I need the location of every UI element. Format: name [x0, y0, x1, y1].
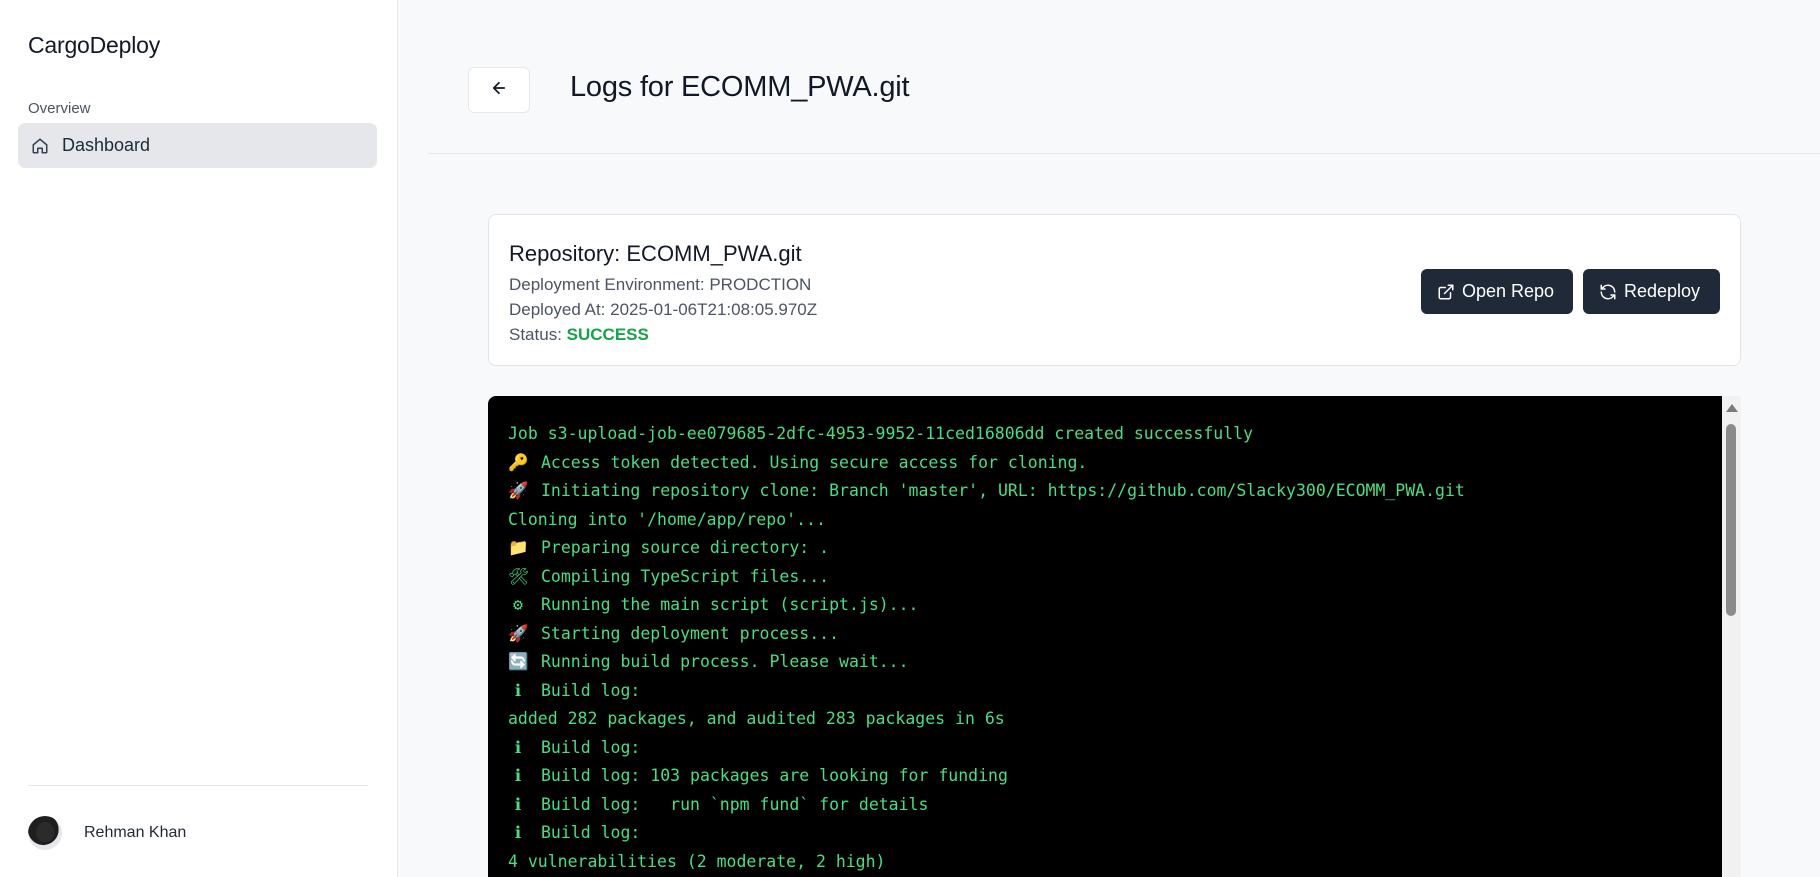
log-line: 🔑 Access token detected. Using secure acc…	[508, 449, 1722, 478]
log-line-icon: ℹ	[514, 794, 522, 814]
user-name: Rehman Khan	[84, 824, 187, 841]
log-line-text: Running the main script (script.js)...	[541, 595, 919, 614]
scroll-thumb[interactable]	[1726, 424, 1736, 616]
log-terminal: Job s3-upload-job-ee079685-2dfc-4953-995…	[488, 396, 1722, 877]
log-line-text: added 282 packages, and audited 283 pack…	[508, 709, 1005, 728]
page-title: Logs for ECOMM_PWA.git	[570, 71, 910, 103]
back-button[interactable]	[468, 67, 530, 113]
arrow-left-icon	[490, 79, 508, 102]
log-scrollbar[interactable]	[1722, 396, 1741, 877]
log-line-text: Build log: run `npm fund` for details	[541, 794, 929, 814]
sidebar-section-label: Overview	[28, 100, 91, 117]
log-line: Cloning into '/home/app/repo'...	[508, 506, 1722, 535]
log-line-text: Job s3-upload-job-ee079685-2dfc-4953-995…	[508, 424, 1254, 443]
external-link-icon	[1437, 283, 1455, 301]
log-line-icon: 🚀	[508, 481, 529, 500]
log-line-text: Build log:	[541, 737, 641, 757]
log-line-icon: ℹ	[514, 766, 522, 785]
log-line: 🔄 Running build process. Please wait...	[508, 648, 1722, 677]
log-line: ℹ Build log:	[508, 819, 1722, 848]
sidebar-item-label: Dashboard	[62, 135, 151, 155]
log-line-icon: ℹ	[514, 737, 522, 757]
log-line-icon: 🛠	[508, 566, 529, 586]
log-line-icon: 🚀	[508, 623, 529, 643]
log-line: ℹ Build log:	[508, 734, 1722, 763]
log-line: added 282 packages, and audited 283 pack…	[508, 705, 1722, 734]
log-line-icon: ⚙	[513, 595, 523, 614]
avatar[interactable]	[28, 816, 62, 850]
log-line: 🛠 Compiling TypeScript files...	[508, 563, 1722, 592]
log-line-text: Starting deployment process...	[541, 623, 840, 643]
repository-title: Repository: ECOMM_PWA.git	[509, 241, 802, 266]
scroll-up-arrow-icon[interactable]	[1726, 404, 1738, 412]
user-profile[interactable]: Rehman Khan	[28, 816, 186, 850]
redeploy-label: Redeploy	[1624, 281, 1701, 301]
header-divider	[428, 153, 1820, 154]
deployment-environment: Deployment Environment: PRODCTION	[509, 275, 811, 295]
log-line-text: Build log:	[541, 680, 641, 700]
sidebar-item-dashboard[interactable]: Dashboard	[18, 123, 377, 168]
open-repo-label: Open Repo	[1462, 281, 1555, 301]
log-line: 🚀 Starting deployment process...	[508, 620, 1722, 649]
deployed-at: Deployed At: 2025-01-06T21:08:05.970Z	[509, 300, 817, 320]
log-line-text: Build log:	[541, 823, 641, 842]
log-line: ℹ Build log:	[508, 677, 1722, 706]
log-line-text: Running build process. Please wait...	[541, 652, 909, 671]
deployed-at-value: 2025-01-06T21:08:05.970Z	[610, 300, 818, 319]
status-badge: SUCCESS	[566, 325, 649, 344]
log-line-text: Access token detected. Using secure acce…	[541, 452, 1088, 472]
log-line: ℹ Build log: run `npm fund` for details	[508, 791, 1722, 820]
log-line-icon: ℹ	[514, 680, 522, 700]
log-line-icon: ℹ	[514, 823, 522, 842]
home-icon	[30, 136, 50, 156]
redeploy-button[interactable]: Redeploy	[1583, 269, 1720, 314]
log-line-icon: 📁	[508, 538, 529, 557]
log-line-text: Compiling TypeScript files...	[541, 566, 830, 586]
log-line-text: Build log: 103 packages are looking for …	[541, 766, 1008, 785]
log-line: 🚀 Initiating repository clone: Branch 'ma…	[508, 477, 1722, 506]
brand-logo-text[interactable]: CargoDeploy	[28, 32, 160, 59]
open-repo-button[interactable]: Open Repo	[1421, 269, 1573, 314]
log-line: 4 vulnerabilities (2 moderate, 2 high)	[508, 848, 1722, 877]
log-line: ⚙ Running the main script (script.js)...	[508, 591, 1722, 620]
log-line-icon: 🔄	[508, 652, 529, 671]
log-line-icon: 🔑	[508, 452, 529, 472]
log-line: Job s3-upload-job-ee079685-2dfc-4953-995…	[508, 420, 1722, 449]
log-line-text: Cloning into '/home/app/repo'...	[508, 509, 826, 529]
log-line: ℹ Build log: 103 packages are looking for…	[508, 762, 1722, 791]
log-line-text: Preparing source directory: .	[541, 538, 830, 557]
sidebar: CargoDeploy Overview Dashboard Rehman Kh…	[0, 0, 398, 877]
sidebar-divider	[28, 785, 368, 786]
environment-value: PRODCTION	[709, 275, 812, 294]
deployment-status: Status: SUCCESS	[509, 325, 649, 345]
log-line-text: 4 vulnerabilities (2 moderate, 2 high)	[508, 851, 886, 871]
deployed-at-label: Deployed At:	[509, 300, 606, 319]
repository-card: Repository: ECOMM_PWA.git Deployment Env…	[488, 214, 1741, 366]
refresh-icon	[1599, 283, 1617, 301]
status-label: Status:	[509, 325, 562, 344]
environment-label: Deployment Environment:	[509, 275, 705, 294]
log-line: 📁 Preparing source directory: .	[508, 534, 1722, 563]
log-line-text: Initiating repository clone: Branch 'mas…	[541, 481, 1465, 500]
